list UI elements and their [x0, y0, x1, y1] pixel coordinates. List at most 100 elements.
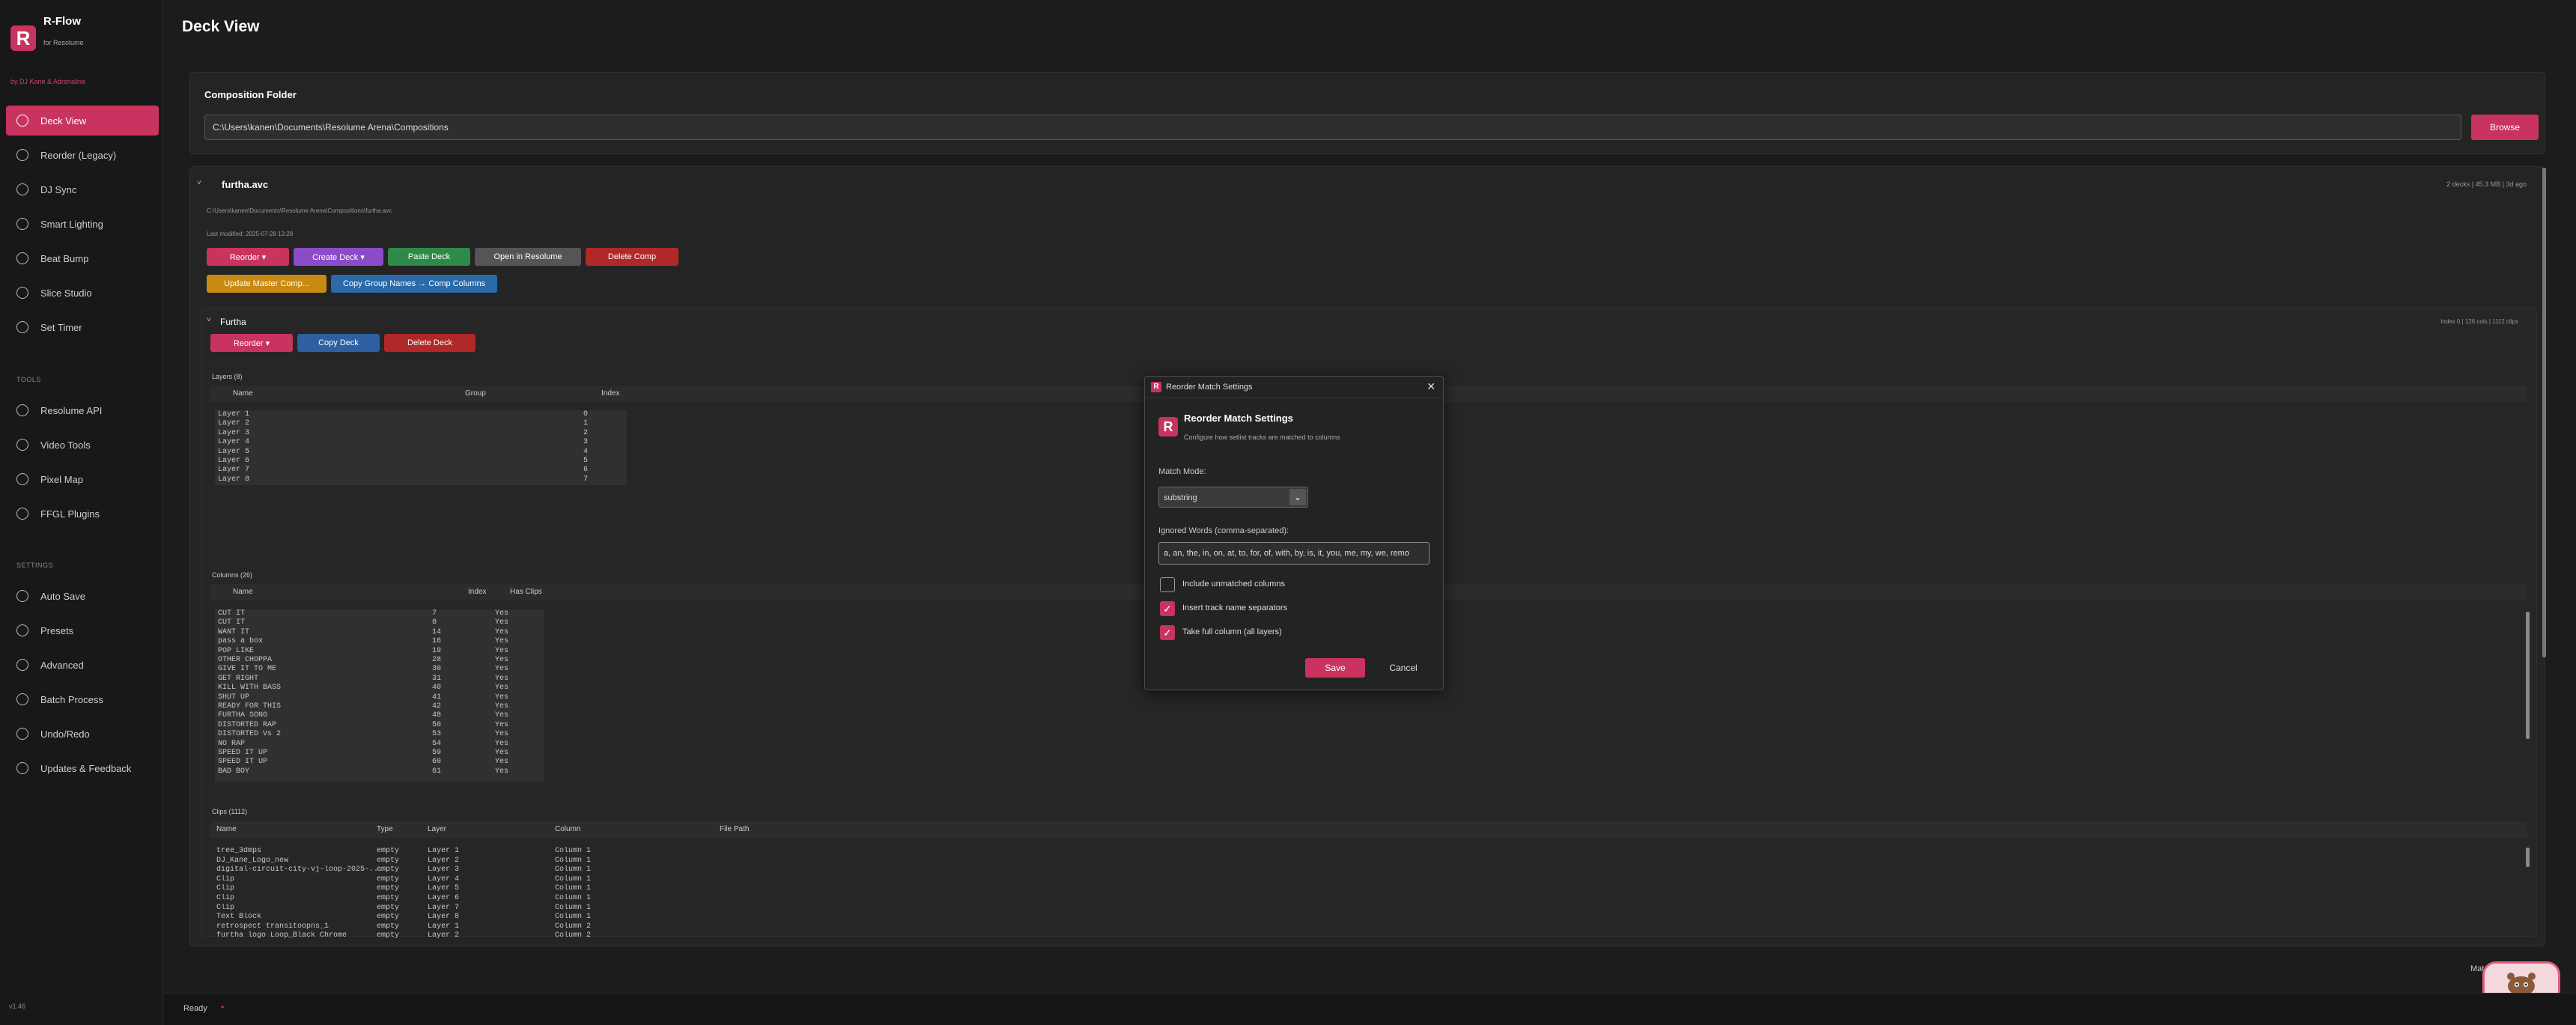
deck-icon — [16, 115, 28, 127]
sidebar-item-advanced[interactable]: Advanced — [6, 650, 159, 680]
table-row[interactable]: SPEED IT UP 59 Yes — [215, 749, 544, 758]
sidebar-item-updates-feedback[interactable]: Updates & Feedback — [6, 753, 159, 783]
dialog-titlebar[interactable]: R Reorder Match Settings ✕ — [1145, 377, 1443, 398]
table-row[interactable]: retrospect transitoopns_1 empty Layer 1 Col… — [215, 922, 2514, 932]
layers-col-group[interactable]: Group — [465, 389, 486, 398]
table-row[interactable]: CUT IT 7 Yes — [215, 609, 544, 618]
sidebar-item-resolume-api[interactable]: Resolume API — [6, 395, 159, 425]
main-scrollbar[interactable] — [2542, 168, 2546, 657]
deck-name: Furtha — [220, 317, 246, 327]
checkbox-include-unmatched-columns[interactable] — [1160, 577, 1175, 592]
table-row[interactable]: Layer 6 5 — [215, 457, 627, 466]
open-in-resolume-button[interactable]: Open in Resolume — [475, 248, 581, 266]
table-row[interactable]: GET RIGHT 31 Yes — [215, 675, 544, 684]
clips-col-type[interactable]: Type — [377, 825, 393, 833]
table-row[interactable]: FURTHA SONG 48 Yes — [215, 711, 544, 720]
clips-scrollbar[interactable] — [2526, 848, 2530, 867]
table-row[interactable]: Layer 3 2 — [215, 429, 627, 438]
clips-col-filepath[interactable]: File Path — [720, 825, 749, 833]
table-row[interactable]: Clip empty Layer 7 Column 1 — [215, 904, 2514, 913]
collapse-chevron-icon[interactable]: ˅ — [197, 179, 201, 187]
table-row[interactable]: DISTORTED Vs 2 53 Yes — [215, 730, 544, 739]
table-row[interactable]: DJ_Kane_Logo_new empty Layer 2 Column 1 — [215, 857, 2514, 866]
sidebar-item-beat-bump[interactable]: Beat Bump — [6, 243, 159, 273]
table-row[interactable]: Layer 5 4 — [215, 448, 627, 457]
table-row[interactable]: CUT IT 8 Yes — [215, 618, 544, 627]
table-row[interactable]: Text Block empty Layer 8 Column 1 — [215, 913, 2514, 922]
chevron-down-icon[interactable]: ⌄ — [1289, 489, 1306, 505]
checkbox-take-full-column-all-layers[interactable]: ✓ — [1160, 625, 1175, 640]
table-row[interactable]: WANT IT 14 Yes — [215, 628, 544, 637]
sidebar-item-batch-process[interactable]: Batch Process — [6, 684, 159, 714]
columns-col-index[interactable]: Index — [468, 588, 486, 596]
paste-deck-button[interactable]: Paste Deck — [388, 248, 470, 266]
folder-path-input[interactable]: C:\Users\kanen\Documents\Resolume Arena\… — [204, 115, 2461, 140]
table-cell: FURTHA SONG — [218, 711, 268, 720]
sidebar-item-set-timer[interactable]: Set Timer — [6, 312, 159, 342]
table-cell: 19 — [432, 646, 442, 655]
copy-group-names-button[interactable]: Copy Group Names → Comp Columns — [331, 275, 497, 293]
clips-col-column[interactable]: Column — [555, 825, 580, 833]
sidebar-item-video-tools[interactable]: Video Tools — [6, 430, 159, 460]
layers-col-index[interactable]: Index — [601, 389, 619, 398]
table-row[interactable]: SHUT UP 41 Yes — [215, 693, 544, 702]
table-row[interactable]: SPEED IT UP 60 Yes — [215, 758, 544, 767]
table-row[interactable]: NO RAP 54 Yes — [215, 740, 544, 749]
reorder-icon — [16, 149, 28, 161]
sidebar-item-deck-view[interactable]: Deck View — [6, 106, 159, 136]
columns-scrollbar[interactable] — [2526, 612, 2530, 739]
comp-reorder-button[interactable]: Reorder ▾ — [207, 248, 289, 266]
table-row[interactable]: Clip empty Layer 5 Column 1 — [215, 884, 2514, 894]
save-button[interactable]: Save — [1305, 658, 1365, 678]
table-row[interactable]: Layer 1 0 — [215, 410, 627, 419]
beat-icon — [16, 252, 28, 264]
table-row[interactable]: BAD BOY 61 Yes — [215, 767, 544, 776]
sidebar-item-smart-lighting[interactable]: Smart Lighting — [6, 209, 159, 239]
table-row[interactable]: Clip empty Layer 6 Column 1 — [215, 894, 2514, 904]
table-row[interactable]: DISTORTED RAP 50 Yes — [215, 721, 544, 730]
table-row[interactable]: OTHER CHOPPA 28 Yes — [215, 656, 544, 665]
checkbox-insert-track-name-separators[interactable]: ✓ — [1160, 601, 1175, 616]
batch-icon — [16, 693, 28, 705]
create-deck-button[interactable]: Create Deck ▾ — [294, 248, 383, 266]
columns-col-name[interactable]: Name — [233, 588, 253, 596]
deck-collapse-icon[interactable]: ˅ — [207, 316, 211, 324]
table-row[interactable]: Layer 4 3 — [215, 438, 627, 447]
sidebar-item-slice-studio[interactable]: Slice Studio — [6, 278, 159, 308]
columns-col-hasclips[interactable]: Has Clips — [510, 588, 542, 596]
table-row[interactable]: pass a box 16 Yes — [215, 637, 544, 646]
table-row[interactable]: READY FOR THIS 42 Yes — [215, 702, 544, 711]
table-row[interactable]: furtha logo Loop_Black Chrome empty Layer … — [215, 931, 2514, 938]
sidebar-item-dj-sync[interactable]: DJ Sync — [6, 174, 159, 204]
browse-button[interactable]: Browse — [2471, 115, 2539, 140]
sidebar-item-auto-save[interactable]: Auto Save — [6, 581, 159, 611]
dialog-close-icon[interactable]: ✕ — [1427, 380, 1436, 393]
sidebar-item-ffgl-plugins[interactable]: FFGL Plugins — [6, 499, 159, 529]
deck-reorder-button[interactable]: Reorder ▾ — [210, 334, 293, 352]
sidebar-item-reorder-legacy[interactable]: Reorder (Legacy) — [6, 140, 159, 170]
table-row[interactable]: tree_3dmps empty Layer 1 Column 1 — [215, 847, 2514, 857]
sidebar-item-presets[interactable]: Presets — [6, 615, 159, 645]
delete-comp-button[interactable]: Delete Comp — [586, 248, 678, 266]
table-row[interactable]: Layer 7 6 — [215, 466, 627, 475]
ignored-words-input[interactable]: a, an, the, in, on, at, to, for, of, wit… — [1158, 542, 1430, 565]
clips-col-name[interactable]: Name — [216, 825, 237, 833]
clips-col-layer[interactable]: Layer — [428, 825, 446, 833]
table-row[interactable]: KILL WITH BASS 40 Yes — [215, 684, 544, 693]
sidebar-item-undo-redo[interactable]: Undo/Redo — [6, 719, 159, 749]
table-row[interactable]: Layer 8 7 — [215, 475, 627, 484]
update-master-comp-button[interactable]: Update Master Comp... — [207, 275, 326, 293]
layers-col-name[interactable]: Name — [233, 389, 253, 398]
table-row[interactable]: GIVE IT TO ME 30 Yes — [215, 665, 544, 674]
table-row[interactable]: POP LIKE 19 Yes — [215, 647, 544, 656]
comp-path: C:\Users\kanen\Documents\Resolume Arena\… — [207, 207, 392, 214]
copy-deck-button[interactable]: Copy Deck — [297, 334, 380, 352]
sidebar-item-pixel-map[interactable]: Pixel Map — [6, 464, 159, 494]
table-row[interactable]: Layer 2 1 — [215, 419, 627, 428]
delete-deck-button[interactable]: Delete Deck — [384, 334, 476, 352]
match-mode-select[interactable]: substring ⌄ — [1158, 487, 1308, 508]
table-row[interactable]: Clip empty Layer 4 Column 1 — [215, 875, 2514, 885]
table-row[interactable]: digital-circuit-city-vj-loop-2025-... emp… — [215, 866, 2514, 875]
cancel-button[interactable]: Cancel — [1377, 658, 1430, 678]
undo-icon — [16, 728, 28, 740]
